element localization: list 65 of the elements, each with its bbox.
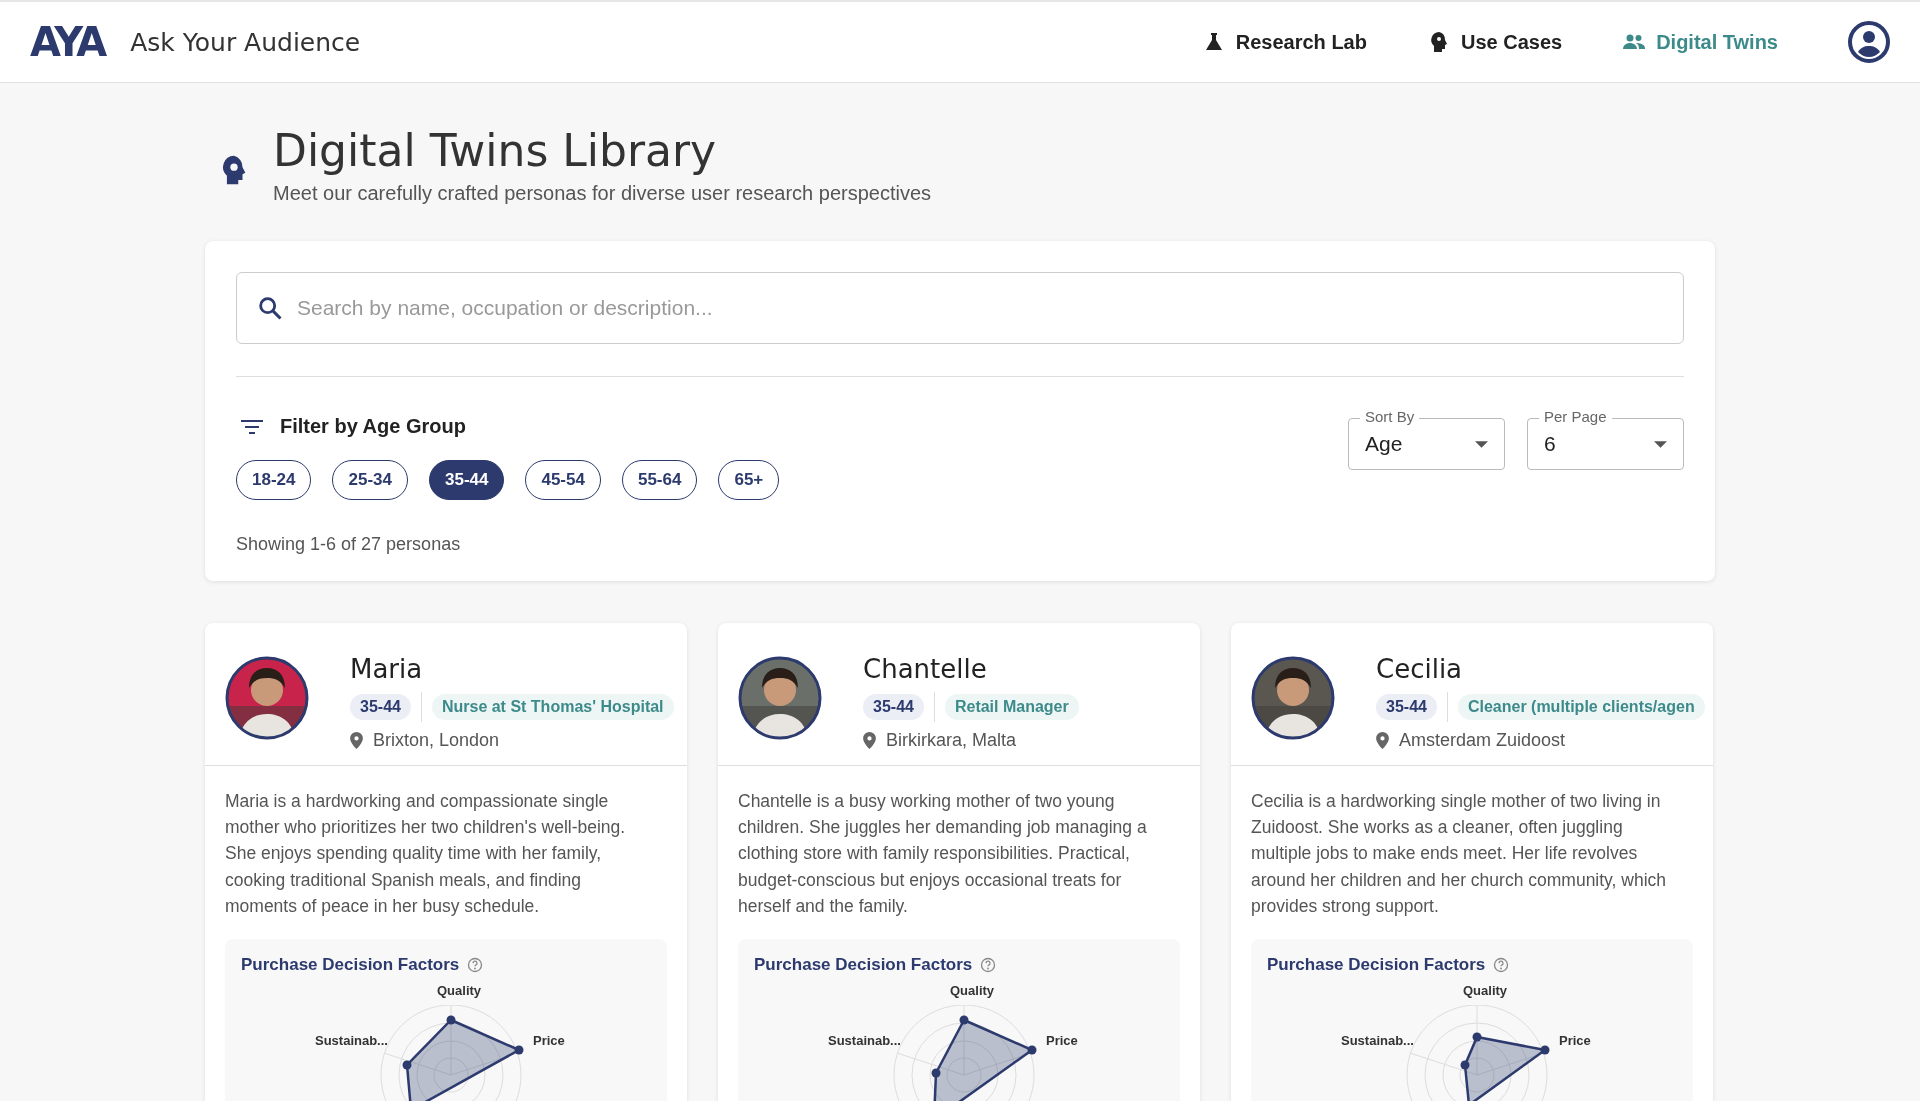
caret-icon [1475, 440, 1488, 448]
axis-label: Quality [950, 983, 995, 998]
data-point [1472, 1032, 1482, 1042]
age-chip[interactable]: 25-34 [332, 460, 408, 500]
location-pin-icon [350, 732, 363, 749]
help-icon[interactable] [980, 957, 997, 973]
location-pin-icon [1376, 732, 1389, 749]
chart-title: Purchase Decision Factors [1267, 955, 1486, 975]
persona-name: Maria [350, 654, 424, 684]
location-pin-icon [863, 732, 876, 749]
data-point [1460, 1060, 1470, 1070]
age-tag: 35-44 [863, 694, 924, 720]
select-field[interactable]: Per Page 6 [1527, 408, 1684, 470]
search-field[interactable]: Search by name, occupation or description... [236, 272, 1684, 344]
help-icon[interactable] [1493, 957, 1510, 973]
age-chip[interactable]: 45-54 [525, 460, 601, 500]
persona-description: Chantelle is a busy working mother of two young children. She juggles her demanding job managing a clothing store with family responsibilities. Practical, budget-conscious but enjoys occasional treats for herself and the family. [737, 790, 1148, 918]
axis-label: Quality [1463, 983, 1508, 998]
location-text: Birkirkara, Malta [886, 730, 1017, 751]
account-icon[interactable] [1848, 21, 1890, 63]
data-point [931, 1068, 941, 1078]
filter-icon [240, 418, 264, 435]
persona-name: Chantelle [863, 654, 988, 684]
search-icon [256, 294, 284, 322]
app-name: Ask Your Audience [130, 27, 361, 57]
data-point [514, 1045, 524, 1055]
axis-label: Sustainab... [1341, 1033, 1414, 1048]
persona-description: Cecilia is a hardworking single mother of two living in Zuidoost. She works as a cleaner, often juggling multiple jobs to make ends meet. Her life revolves around her children and her church community, which provides strong support. [1250, 790, 1668, 918]
age-chip[interactable]: 65+ [718, 460, 780, 500]
age-tag: 35-44 [350, 694, 411, 720]
age-chip[interactable]: 35-44 [428, 460, 505, 500]
data-point [402, 1060, 412, 1070]
age-tag: 35-44 [1376, 694, 1437, 720]
age-chip[interactable]: 55-64 [621, 460, 698, 500]
axis-label: Price [1046, 1033, 1078, 1048]
caret-icon [1654, 440, 1667, 448]
results-count: Showing 1-6 of 27 personas [236, 534, 462, 555]
data-point [1540, 1045, 1550, 1055]
axis-label: Sustainab... [315, 1033, 388, 1048]
age-chip[interactable]: 18-24 [236, 460, 312, 500]
chart-title: Purchase Decision Factors [241, 955, 460, 975]
page-title: Digital Twins Library [273, 125, 718, 176]
persona-name: Cecilia [1376, 654, 1464, 684]
location-text: Amsterdam Zuidoost [1399, 730, 1566, 751]
occupation-tag: Nurse at St Thomas' Hospital [431, 694, 674, 720]
location-text: Brixton, London [373, 730, 500, 751]
axis-label: Sustainab... [828, 1033, 901, 1048]
occupation-tag: Retail Manager [944, 694, 1079, 720]
select-field[interactable]: Sort By Age [1348, 408, 1505, 470]
data-point [1027, 1045, 1037, 1055]
chart-title: Purchase Decision Factors [754, 955, 973, 975]
axis-label: Price [1559, 1033, 1591, 1048]
data-point [959, 1015, 969, 1025]
nav-link[interactable]: Research Lab [1201, 30, 1367, 54]
axis-label: Price [533, 1033, 565, 1048]
help-icon[interactable] [467, 957, 484, 973]
filter-title: Filter by Age Group [280, 415, 466, 438]
occupation-tag: Cleaner (multiple clients/agen [1457, 694, 1705, 720]
persona-description: Maria is a hardworking and compassionate single mother who prioritizes her two children's well-being. She enjoys spending quality time with her family, cooking traditional Spanish meals, and finding moments of peace in her busy schedule. [224, 790, 627, 918]
nav-link[interactable]: Digital Twins [1622, 30, 1778, 54]
page-subtitle: Meet our carefully crafted personas for diverse user research perspectives [273, 182, 932, 205]
axis-label: Quality [437, 983, 482, 998]
nav-link[interactable]: Use Cases [1426, 30, 1563, 54]
logo[interactable]: AYA [30, 19, 105, 65]
data-point [446, 1015, 456, 1025]
